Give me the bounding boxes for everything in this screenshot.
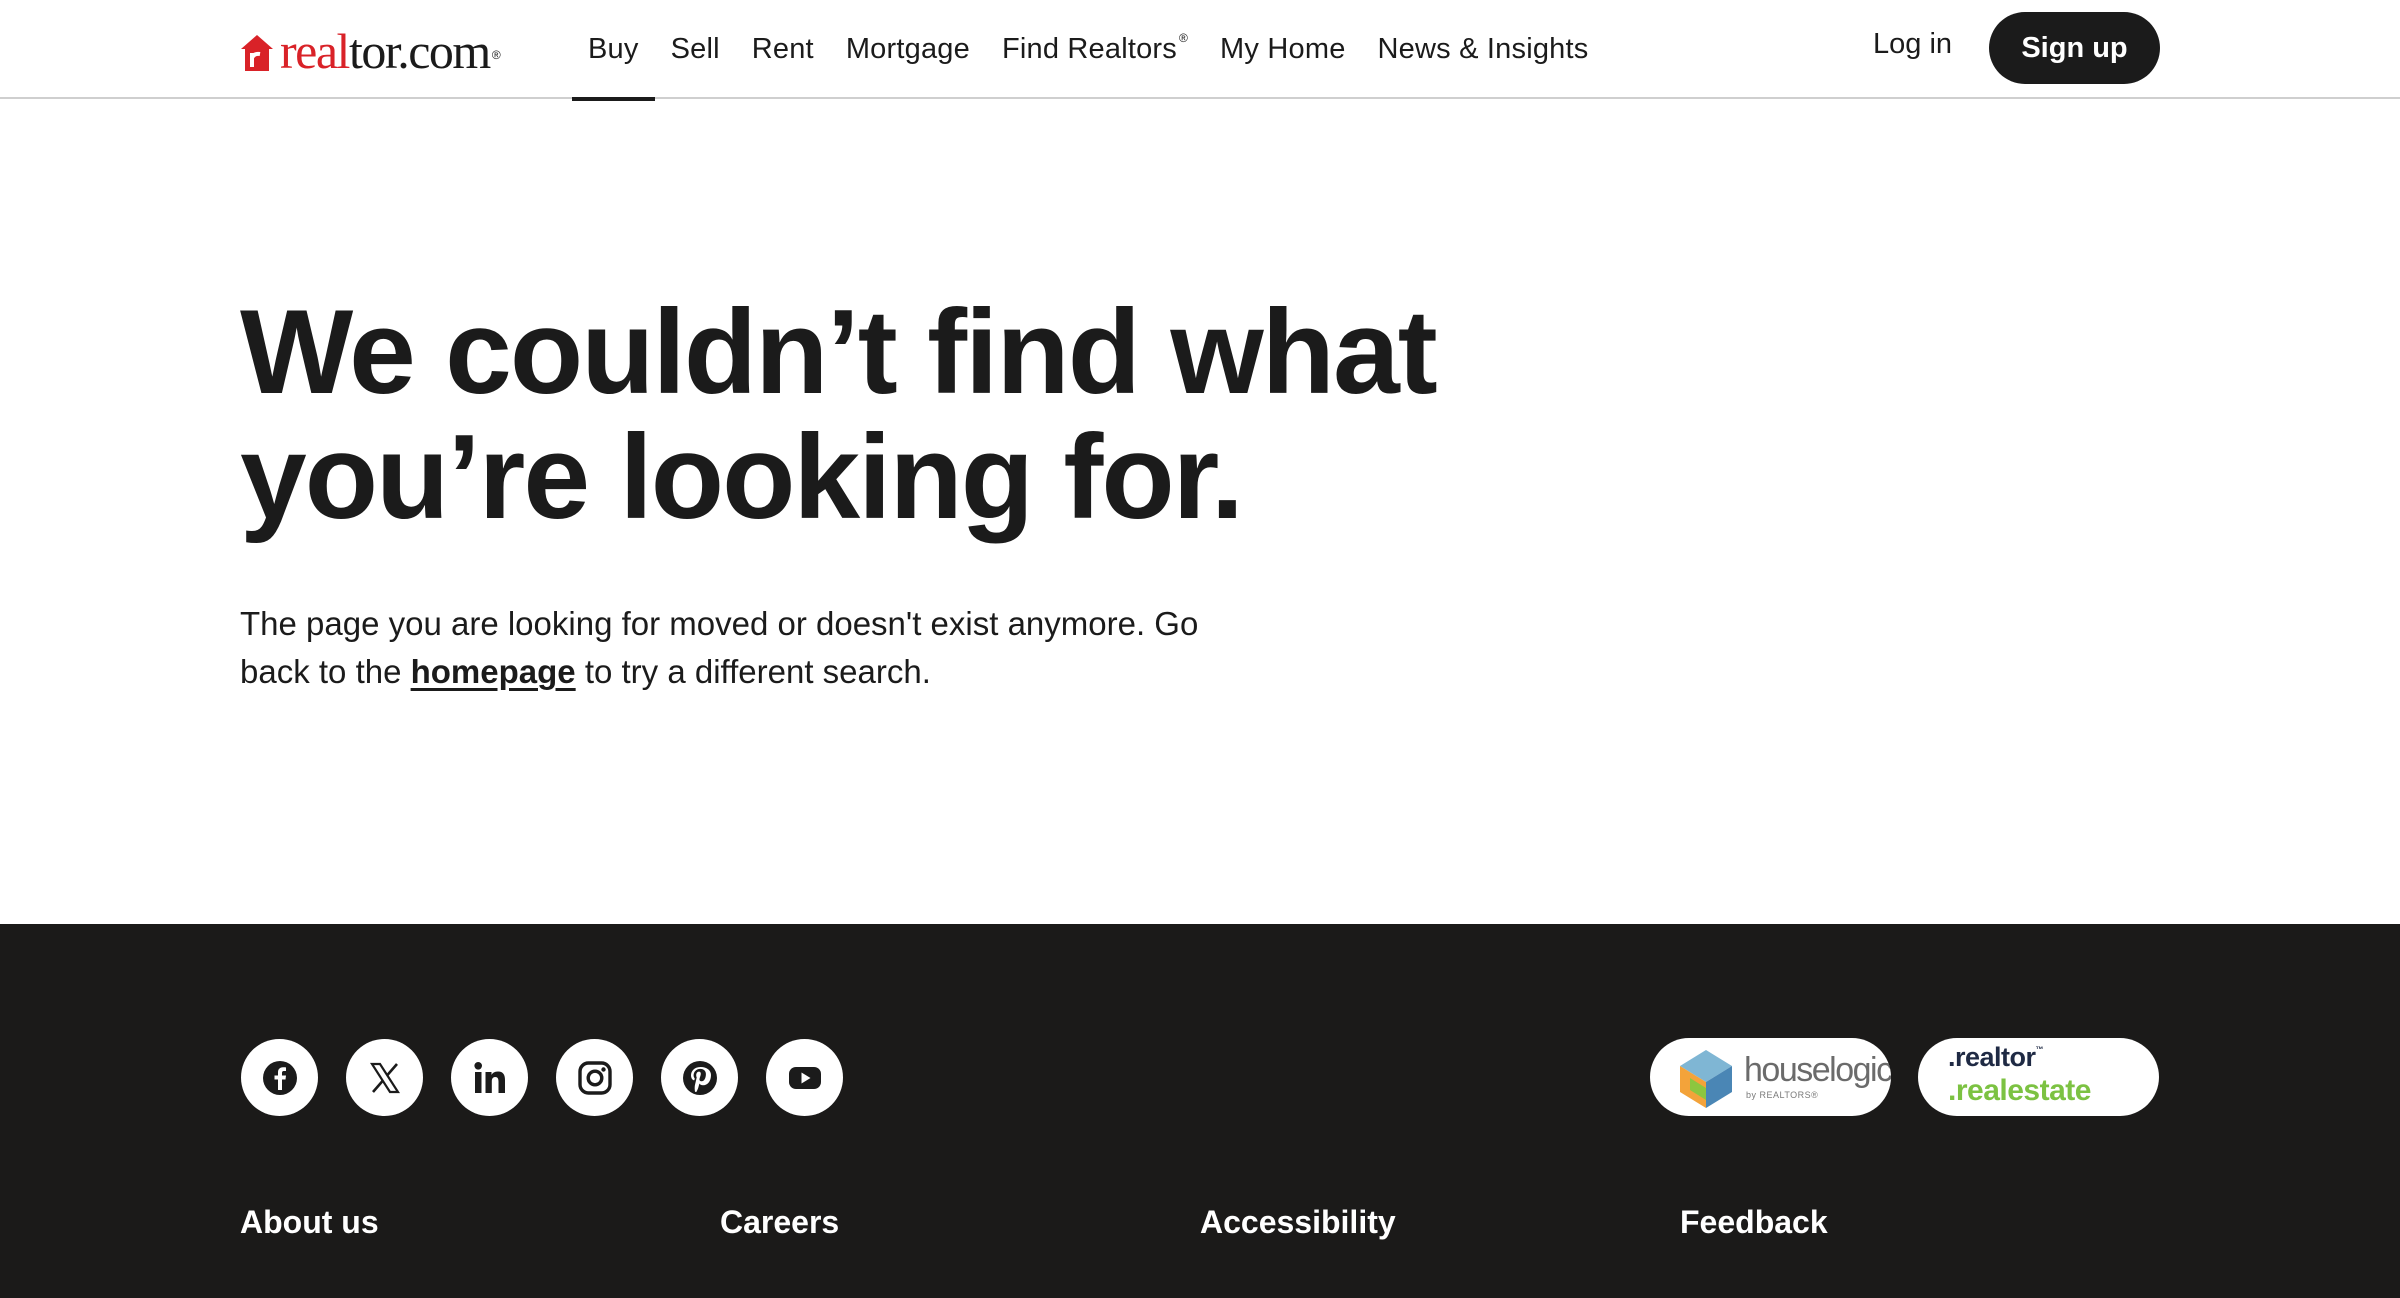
houselogic-sub: by REALTORS®	[1746, 1090, 1819, 1100]
linkedin-icon[interactable]	[451, 1039, 528, 1116]
houselogic-wordmark: houselogic	[1744, 1051, 1891, 1089]
nav-buy[interactable]: Buy	[572, 0, 655, 101]
site-header: realtor.com ® Buy Sell Rent Mortgage Find…	[0, 0, 2400, 101]
realtor-logo[interactable]: realtor.com ®	[240, 23, 501, 79]
instagram-icon[interactable]	[556, 1039, 633, 1116]
login-link[interactable]: Log in	[1873, 28, 1952, 61]
footer-link-about-us[interactable]: About us	[240, 1204, 720, 1241]
nav-find-realtors[interactable]: Find Realtors ®	[986, 0, 1204, 99]
page-title: We couldn’t find what you’re looking for.	[240, 285, 1438, 544]
realtor-realestate-badge[interactable]: .realtor™ .realestate	[1918, 1038, 2159, 1116]
error-description: The page you are looking for moved or do…	[240, 605, 1199, 690]
footer-link-feedback[interactable]: Feedback	[1680, 1204, 2160, 1241]
site-footer: houselogic by REALTORS® .realtor™ .reale…	[0, 924, 2400, 1298]
signup-button[interactable]: Sign up	[1989, 12, 2160, 84]
nav-rent[interactable]: Rent	[736, 0, 830, 99]
pinterest-icon[interactable]	[661, 1039, 738, 1116]
house-r-icon	[241, 35, 273, 71]
facebook-icon[interactable]	[241, 1039, 318, 1116]
footer-link-accessibility[interactable]: Accessibility	[1200, 1204, 1680, 1241]
not-found-content: We couldn’t find what you’re looking for.…	[240, 290, 1740, 696]
nav-news-insights[interactable]: News & Insights	[1362, 0, 1605, 99]
nav-my-home[interactable]: My Home	[1204, 0, 1361, 99]
houselogic-logo-icon	[1680, 1050, 1732, 1108]
social-links	[241, 1039, 843, 1116]
x-icon[interactable]	[346, 1039, 423, 1116]
realtor-domain-text: .realtor™	[1948, 1042, 2044, 1072]
realestate-domain-text: .realestate	[1948, 1074, 2091, 1107]
nav-mortgage[interactable]: Mortgage	[830, 0, 986, 99]
nav-sell[interactable]: Sell	[655, 0, 736, 99]
footer-link-careers[interactable]: Careers	[720, 1204, 1200, 1241]
youtube-icon[interactable]	[766, 1039, 843, 1116]
logo-wordmark: realtor.com ®	[280, 23, 501, 79]
main-nav: Buy Sell Rent Mortgage Find Realtors ® My…	[572, 0, 1605, 101]
houselogic-badge[interactable]: houselogic by REALTORS®	[1650, 1038, 1891, 1116]
homepage-link[interactable]: homepage	[411, 653, 576, 690]
footer-links: About us Careers Accessibility Feedback	[240, 1204, 2160, 1241]
